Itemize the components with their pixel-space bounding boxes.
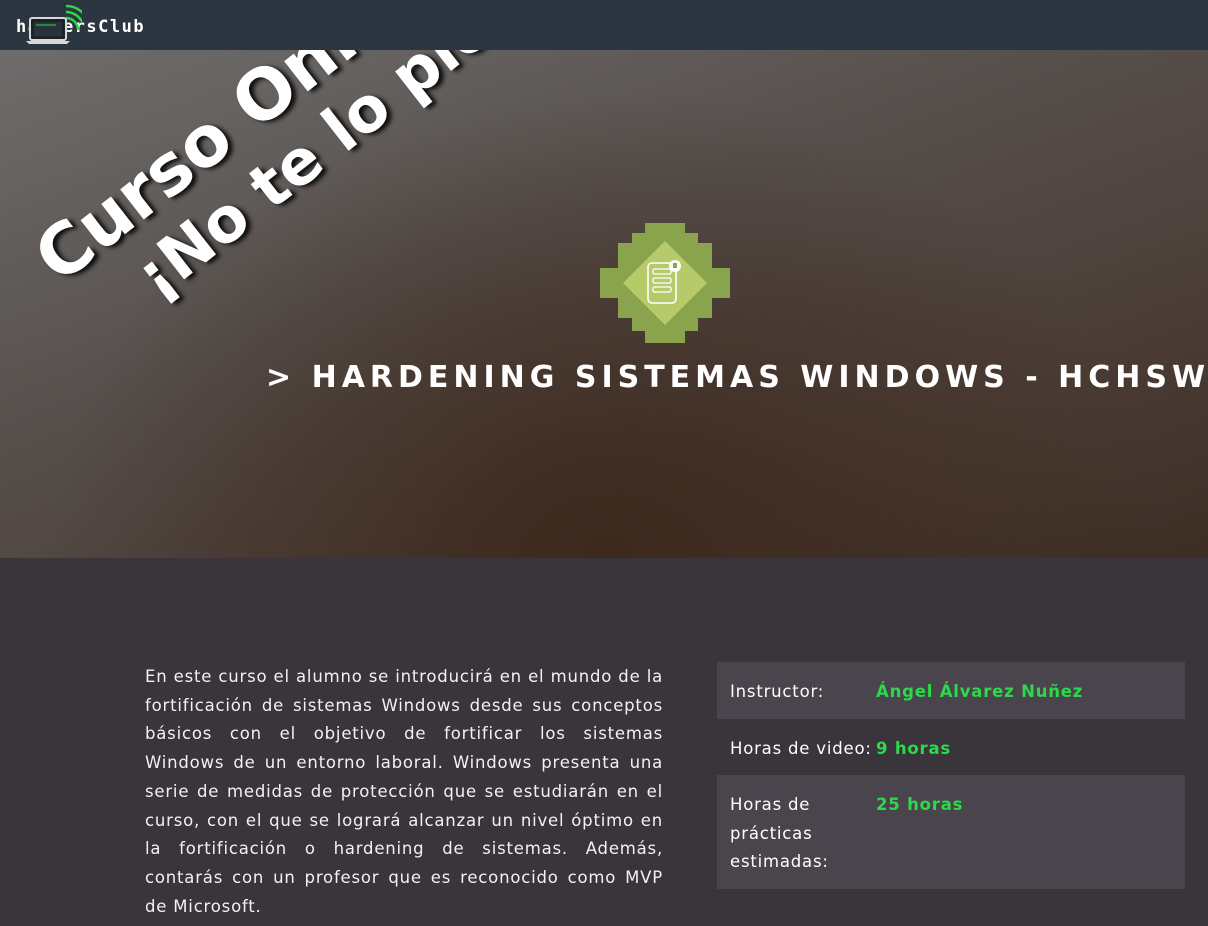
course-badge-icon <box>600 223 730 343</box>
promo-overlay: Curso Online ¡No te lo pierdas!! <box>19 50 671 353</box>
info-row-practice-hours: Horas de prácticas estimadas: 25 horas <box>717 775 1185 889</box>
video-hours-label: Horas de video: <box>730 738 872 758</box>
info-row-instructor: Instructor: Ángel Álvarez Nuñez <box>717 662 1185 719</box>
instructor-label: Instructor: <box>730 682 825 701</box>
course-description: En este curso el alumno se introducirá e… <box>145 667 663 916</box>
laptop-wifi-icon <box>26 4 82 44</box>
video-hours-value: 9 horas <box>876 738 951 758</box>
info-row-video-hours: Horas de video: 9 horas <box>717 719 1185 776</box>
course-info-table: Instructor: Ángel Álvarez Nuñez Horas de… <box>717 662 1185 889</box>
practice-hours-value: 25 horas <box>876 795 964 814</box>
course-title: > HARDENING SISTEMAS WINDOWS - HCHSW <box>266 360 1208 395</box>
top-navbar: hackersClub <box>0 0 1208 50</box>
course-hero-banner: > HARDENING SISTEMAS WINDOWS - HCHSW Cur… <box>0 50 1208 558</box>
instructor-value: Ángel Álvarez Nuñez <box>876 682 1084 701</box>
practice-hours-label: Horas de prácticas estimadas: <box>730 795 829 871</box>
hackersclub-logo[interactable]: hackersClub <box>14 4 164 46</box>
